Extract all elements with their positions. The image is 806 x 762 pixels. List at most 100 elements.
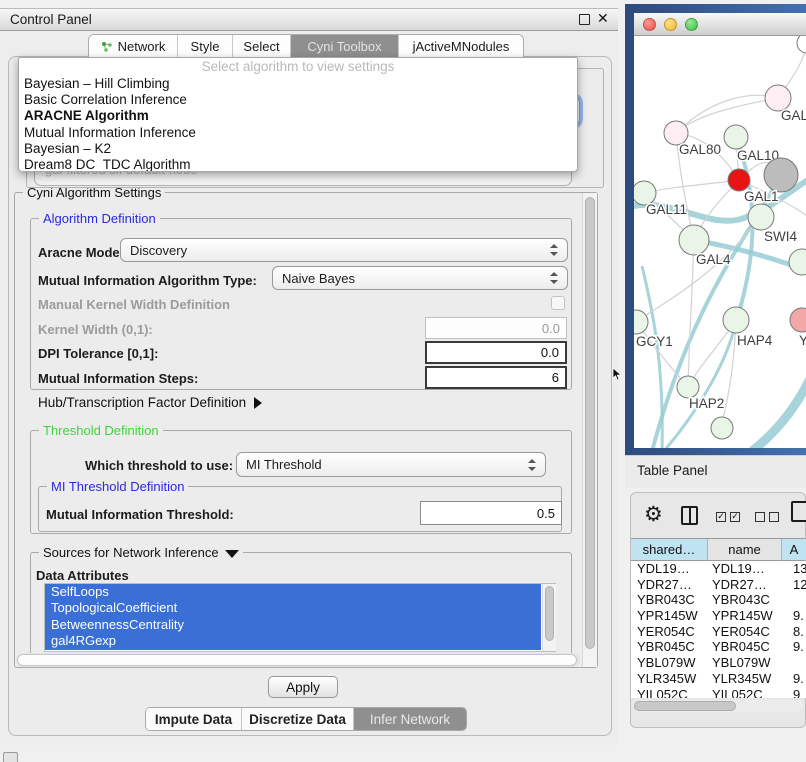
network-edge-highlighted	[752, 366, 806, 448]
table-hscrollbar[interactable]	[633, 700, 803, 712]
network-node-gcy1[interactable]	[634, 310, 648, 334]
tab-jactivemnodules[interactable]: jActiveMNodules	[399, 35, 523, 58]
gear-icon[interactable]: ⚙	[644, 502, 663, 527]
apply-button[interactable]: Apply	[268, 676, 338, 698]
manual-kernel-checkbox[interactable]	[551, 296, 565, 310]
deselect-checkbox-icon[interactable]	[769, 512, 779, 522]
tab-select[interactable]: Select	[233, 35, 291, 58]
network-node[interactable]	[789, 249, 806, 275]
table-row[interactable]: YLR345WYLR345W9.	[631, 671, 806, 687]
split-columns-icon[interactable]	[681, 506, 698, 525]
which-threshold-combobox[interactable]: MI Threshold	[236, 452, 546, 477]
select-all-checkbox-icon[interactable]: ✓	[716, 512, 726, 522]
close-traffic-light-icon[interactable]	[643, 18, 656, 31]
dropdown-item[interactable]: Mutual Information Inference	[19, 125, 577, 141]
column-header-name[interactable]: name	[708, 538, 782, 561]
tab-cyni-toolbox[interactable]: Cyni Toolbox	[291, 35, 399, 58]
mi-type-label: Mutual Information Algorithm Type:	[38, 273, 257, 288]
network-node-gal1[interactable]	[728, 169, 750, 191]
mi-steps-field[interactable]: 6	[425, 366, 567, 389]
minimized-panel-icon[interactable]	[3, 752, 18, 762]
column-header-shared-name[interactable]: shared…	[631, 538, 708, 561]
network-node-hap4[interactable]	[723, 307, 749, 333]
attribute-list-item[interactable]: TopologicalCoefficient	[45, 600, 541, 616]
network-node-y[interactable]	[790, 308, 806, 332]
tab-network[interactable]: Network	[89, 35, 178, 58]
network-node-label: GAL	[781, 108, 806, 123]
table-row[interactable]: YIL052CYIL052C9	[631, 687, 806, 699]
file-icon[interactable]	[791, 501, 806, 522]
attributes-vscrollbar-thumb[interactable]	[545, 586, 554, 641]
aracne-mode-label: Aracne Mode:	[38, 245, 124, 260]
node-table-body[interactable]: YDL19…YDL19…13YDR27…YDR27…12YBR043CYBR04…	[631, 561, 806, 698]
network-graph[interactable]: GALGAL80GAL10GAL1GAL11SWI4GAL4GCY1HAP4YH…	[634, 36, 806, 448]
mi-type-combobox[interactable]: Naive Bayes	[272, 266, 568, 290]
stepper-arrows-icon	[528, 459, 536, 471]
network-node[interactable]	[764, 158, 798, 192]
select-all-checkbox-icon[interactable]: ✓	[730, 512, 740, 522]
mi-threshold-field[interactable]: 0.5	[420, 501, 562, 525]
threshold-definition-title: Threshold Definition	[39, 423, 163, 438]
settings-vscrollbar[interactable]	[582, 193, 597, 667]
deselect-checkbox-icon[interactable]	[755, 512, 765, 522]
table-row[interactable]: YBR045CYBR045C9.	[631, 639, 806, 655]
dropdown-item[interactable]: Bayesian – K2	[19, 141, 577, 157]
network-node-label: HAP4	[737, 333, 773, 348]
table-row[interactable]: YBR043CYBR043C	[631, 592, 806, 608]
attributes-vscrollbar[interactable]	[542, 584, 556, 651]
table-row[interactable]: YER054CYER054C8.	[631, 624, 806, 640]
table-row[interactable]: YBL079WYBL079W	[631, 655, 806, 671]
zoom-traffic-light-icon[interactable]	[685, 18, 698, 31]
network-node-swi4[interactable]	[748, 204, 774, 230]
table-row[interactable]: YDR27…YDR27…12	[631, 577, 806, 593]
tab-label: Select	[243, 39, 279, 54]
stepper-arrows-icon	[550, 244, 558, 256]
table-cell: YDL19…	[712, 561, 765, 577]
network-node[interactable]	[711, 417, 733, 439]
close-icon[interactable]: ✕	[597, 10, 609, 27]
table-row[interactable]: YDL19…YDL19…13	[631, 561, 806, 577]
hub-definition-label: Hub/Transcription Factor Definition	[38, 395, 246, 410]
sources-title[interactable]: Sources for Network Inference	[39, 545, 243, 560]
network-node-label: GCY1	[636, 334, 673, 349]
dropdown-item[interactable]: ARACNE Algorithm	[19, 108, 577, 124]
dpi-tolerance-field[interactable]: 0.0	[425, 341, 567, 364]
network-node-gal4[interactable]	[679, 225, 709, 255]
float-panel-icon[interactable]	[579, 14, 590, 25]
tab-label: Network	[118, 39, 166, 54]
table-cell: YDL19…	[637, 561, 690, 577]
settings-vscrollbar-thumb[interactable]	[585, 197, 595, 649]
table-cell: YBR043C	[712, 592, 770, 608]
tab-infer-network[interactable]: Infer Network	[354, 708, 466, 730]
network-node-label: SWI4	[764, 229, 797, 244]
network-node-hap2[interactable]	[677, 376, 699, 398]
table-cell: YIL052C	[712, 687, 763, 699]
dropdown-item[interactable]: Bayesian – Hill Climbing	[19, 76, 577, 92]
table-cell: YBR045C	[637, 639, 695, 655]
tab-discretize-data[interactable]: Discretize Data	[242, 708, 354, 730]
hub-definition-toggle[interactable]: Hub/Transcription Factor Definition	[38, 395, 262, 410]
network-node-label: GAL11	[646, 202, 687, 217]
column-header-partial[interactable]: A	[782, 538, 806, 561]
attribute-list-item[interactable]: gal4RGexp	[45, 633, 541, 649]
attribute-list-item[interactable]: SelfLoops	[45, 584, 541, 600]
attribute-list-item[interactable]: BetweennessCentrality	[45, 617, 541, 633]
aracne-mode-combobox[interactable]: Discovery	[120, 238, 568, 262]
network-node-gal10[interactable]	[724, 125, 748, 149]
minimize-traffic-light-icon[interactable]	[664, 18, 677, 31]
tab-impute-data[interactable]: Impute Data	[146, 708, 242, 730]
table-hscrollbar-thumb[interactable]	[634, 701, 736, 711]
settings-hscrollbar-thumb[interactable]	[17, 654, 577, 666]
table-cell: 9.	[793, 639, 804, 655]
control-panel-tabbar: Network Style Select Cyni Toolbox jActiv…	[88, 34, 524, 59]
settings-hscrollbar[interactable]	[16, 653, 580, 667]
dropdown-prompt: Select algorithm to view settings	[19, 58, 577, 76]
dropdown-item[interactable]: Basic Correlation Inference	[19, 92, 577, 108]
dpi-tolerance-label: DPI Tolerance [0,1]:	[38, 346, 158, 361]
dropdown-item[interactable]: Dream8 DC_TDC Algorithm	[19, 157, 577, 172]
table-row[interactable]: YPR145WYPR145W9.	[631, 608, 806, 624]
network-node[interactable]	[797, 36, 806, 53]
data-attributes-list[interactable]: SelfLoopsTopologicalCoefficientBetweenne…	[44, 583, 556, 652]
table-cell: YER054C	[637, 624, 695, 640]
tab-style[interactable]: Style	[178, 35, 233, 58]
